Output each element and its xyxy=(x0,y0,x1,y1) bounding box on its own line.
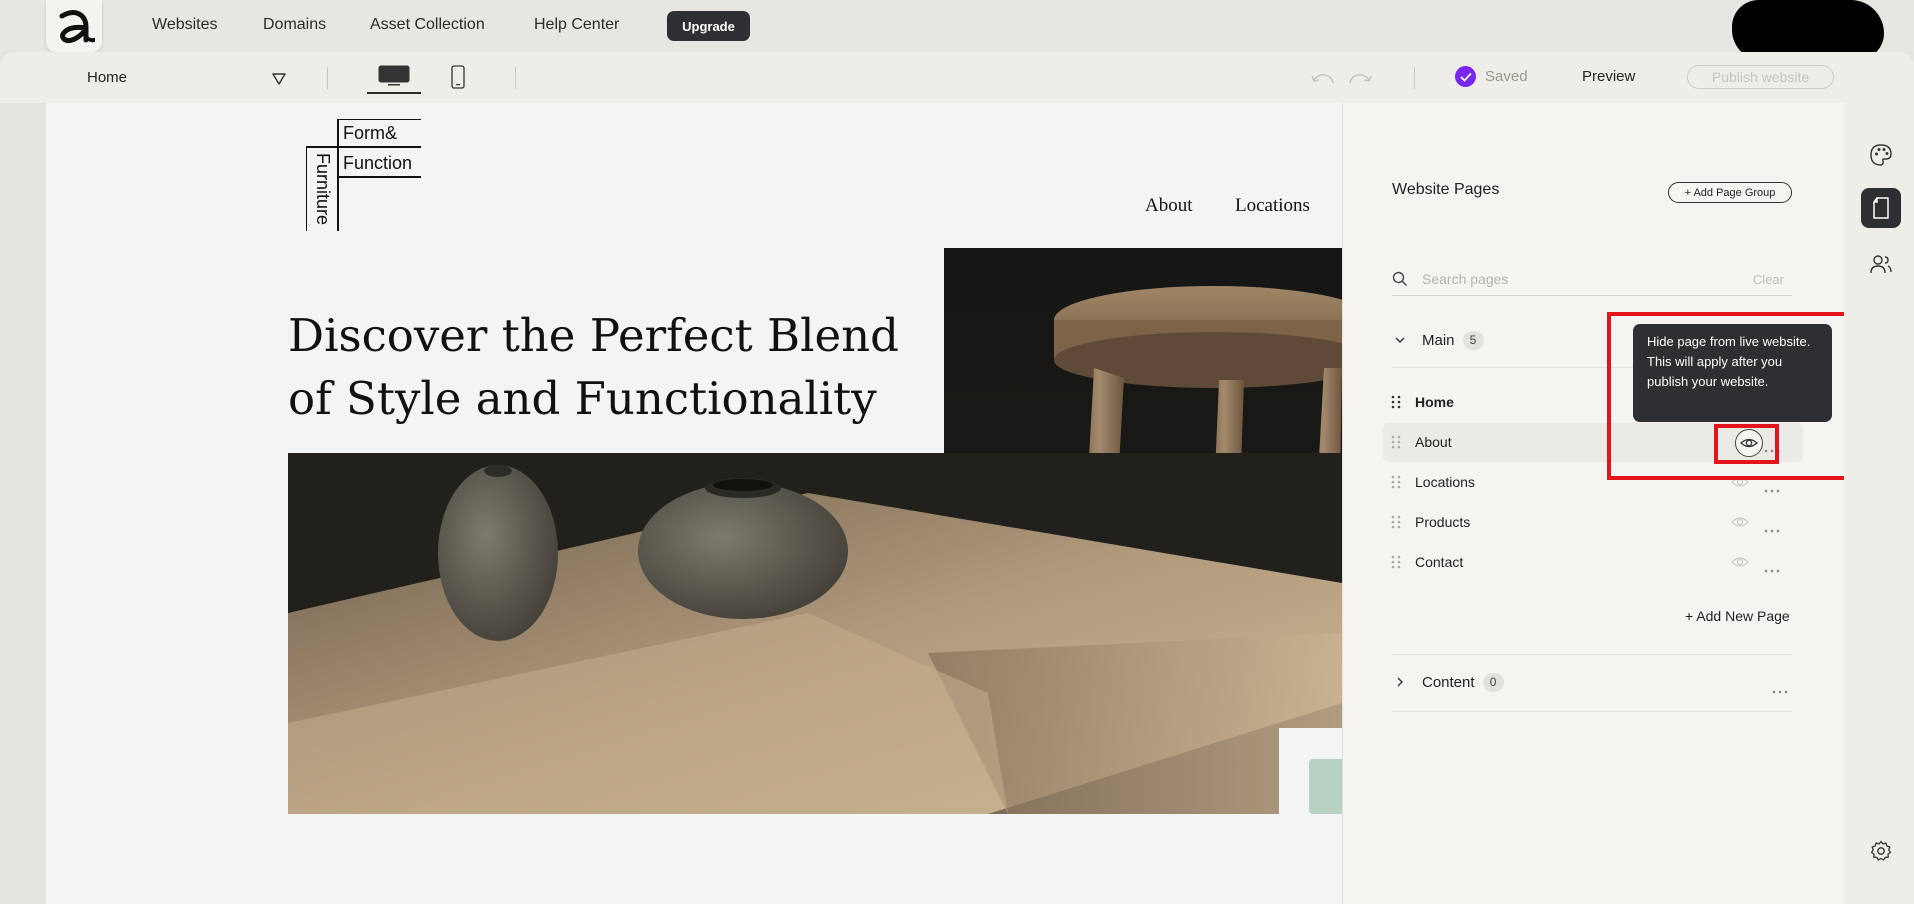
settings-button[interactable] xyxy=(1861,831,1901,871)
page-row-products[interactable]: Products xyxy=(1383,503,1803,542)
drag-handle-icon[interactable] xyxy=(1391,555,1401,574)
add-page-group-button[interactable]: + Add Page Group xyxy=(1668,182,1792,203)
palette-icon xyxy=(1870,144,1892,166)
saved-label: Saved xyxy=(1485,68,1528,85)
page-name: About xyxy=(1415,434,1452,450)
users-icon xyxy=(1870,255,1892,274)
editor-toolbar: Home Saved Preview Publish website xyxy=(0,52,1914,103)
divider xyxy=(1392,711,1792,712)
site-nav-locations[interactable]: Locations xyxy=(1235,195,1310,217)
add-new-page-button[interactable]: + Add New Page xyxy=(1685,608,1790,624)
pages-button[interactable] xyxy=(1861,188,1901,228)
group-count-badge: 5 xyxy=(1462,330,1484,350)
page-row-contact[interactable]: Contact xyxy=(1383,543,1803,582)
page-icon xyxy=(1873,197,1889,219)
site-nav-about[interactable]: About xyxy=(1145,195,1193,217)
design-button[interactable] xyxy=(1861,135,1901,175)
more-options-icon[interactable] xyxy=(1772,681,1788,699)
group-name: Content xyxy=(1422,673,1475,691)
chevron-down-icon[interactable] xyxy=(1392,336,1408,344)
save-status: Saved xyxy=(1455,66,1528,87)
page-name: Products xyxy=(1415,514,1471,530)
site-logo-line1: Form& xyxy=(343,123,397,143)
divider xyxy=(1392,654,1792,655)
desktop-view-button[interactable] xyxy=(367,60,421,94)
search-pages: Clear xyxy=(1392,265,1792,296)
upgrade-button[interactable]: Upgrade xyxy=(667,11,750,41)
page-group-main[interactable]: Main 5 xyxy=(1392,328,1484,352)
undo-icon[interactable] xyxy=(1310,70,1336,91)
search-pages-input[interactable] xyxy=(1422,268,1722,290)
mobile-icon xyxy=(451,65,465,89)
hero-image xyxy=(288,453,1342,814)
page-name: Home xyxy=(1415,394,1454,410)
toolbar-divider xyxy=(1414,67,1415,89)
user-avatar-redacted[interactable] xyxy=(1732,0,1884,60)
site-logo-line2: Function xyxy=(343,153,413,173)
page-background-block xyxy=(1279,728,1342,904)
drag-handle-icon[interactable] xyxy=(1391,515,1401,534)
nav-websites[interactable]: Websites xyxy=(152,16,218,34)
eye-icon[interactable] xyxy=(1731,553,1749,576)
page-select-value[interactable]: Home xyxy=(87,69,127,86)
hero-title: Discover the Perfect Blend of Style and … xyxy=(288,309,899,425)
highlight-box xyxy=(1714,424,1779,464)
publish-website-button[interactable]: Publish website xyxy=(1687,65,1834,89)
right-tool-rail xyxy=(1844,103,1914,904)
cta-button-partial[interactable] xyxy=(1309,759,1342,814)
more-options-icon[interactable] xyxy=(1764,480,1780,498)
table-vases-image xyxy=(288,453,1342,814)
preview-button[interactable]: Preview xyxy=(1582,68,1635,85)
website-pages-panel: Website Pages + Add Page Group Clear Mai… xyxy=(1342,103,1844,904)
site-logo[interactable]: Form& Function Furniture xyxy=(305,118,421,234)
redo-icon[interactable] xyxy=(1347,70,1373,91)
nav-help-center[interactable]: Help Center xyxy=(534,16,619,34)
users-button[interactable] xyxy=(1861,245,1901,285)
app-logo[interactable] xyxy=(46,0,102,52)
desktop-icon xyxy=(378,65,410,86)
gear-icon xyxy=(1870,840,1892,861)
app-logo-icon xyxy=(59,10,95,44)
page-name: Locations xyxy=(1415,474,1475,490)
toolbar-divider xyxy=(515,67,516,89)
group-count-badge: 0 xyxy=(1482,672,1504,692)
group-name: Main xyxy=(1422,331,1455,349)
caret-down-icon[interactable] xyxy=(272,72,286,90)
website-canvas: Form& Function Furniture About Locations… xyxy=(46,103,1342,904)
page-name: Contact xyxy=(1415,554,1464,570)
search-icon xyxy=(1392,271,1408,292)
more-options-icon[interactable] xyxy=(1764,520,1780,538)
toolbar-divider xyxy=(327,67,328,89)
page-group-content[interactable]: Content 0 xyxy=(1392,670,1504,694)
drag-handle-icon[interactable] xyxy=(1391,435,1401,454)
check-icon xyxy=(1455,66,1476,87)
top-navigation: Websites Domains Asset Collection Help C… xyxy=(0,0,1914,60)
eye-icon[interactable] xyxy=(1731,513,1749,536)
chevron-right-icon[interactable] xyxy=(1392,676,1408,688)
drag-handle-icon[interactable] xyxy=(1391,395,1401,414)
site-logo-vertical: Furniture xyxy=(313,153,333,226)
drag-handle-icon[interactable] xyxy=(1391,475,1401,494)
search-clear-button[interactable]: Clear xyxy=(1753,272,1784,287)
nav-asset-collection[interactable]: Asset Collection xyxy=(370,16,485,34)
more-options-icon[interactable] xyxy=(1764,560,1780,578)
mobile-view-button[interactable] xyxy=(445,60,471,94)
nav-domains[interactable]: Domains xyxy=(263,16,326,34)
panel-title: Website Pages xyxy=(1392,181,1500,198)
